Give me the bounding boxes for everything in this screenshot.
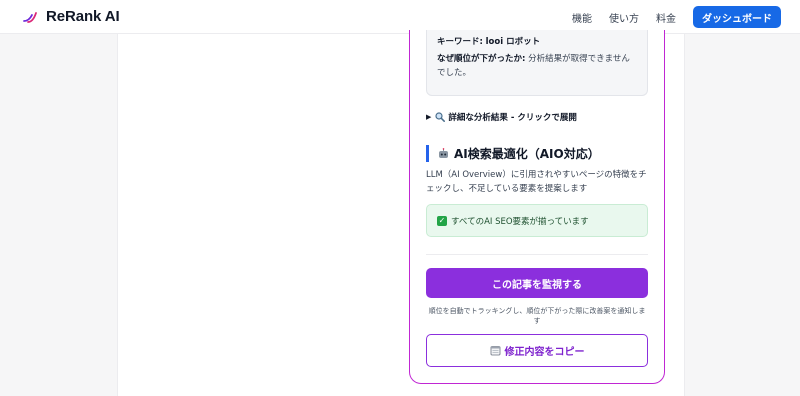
main-nav: 機能 使い方 料金 ダッシュボード	[572, 0, 781, 34]
rank-drop-reason-box: キーワード: looi ロボット なぜ順位が下がったか: 分析結果が取得できませ…	[426, 30, 648, 96]
nav-pricing[interactable]: 料金	[656, 10, 676, 25]
aio-title-text: AI検索最適化（AIO対応）	[454, 147, 600, 161]
analysis-card: キーワード: looi ロボット なぜ順位が下がったか: 分析結果が取得できませ…	[409, 30, 665, 384]
nav-how-to[interactable]: 使い方	[609, 10, 639, 25]
monitor-note: 順位を自動でトラッキングし、順位が下がった際に改善案を通知します	[428, 307, 646, 325]
keyword-line: キーワード: looi ロボット	[437, 35, 637, 49]
rerank-logo-icon	[22, 9, 38, 25]
dashboard-button[interactable]: ダッシュボード	[693, 6, 781, 28]
copy-label: 修正内容をコピー	[504, 347, 585, 358]
aio-ok-message: すべてのAI SEO要素が揃っています	[451, 216, 589, 227]
keyword-label: キーワード:	[437, 37, 483, 47]
details-label: 詳細な分析結果 - クリックで展開	[448, 113, 577, 123]
why-label: なぜ順位が下がったか:	[437, 54, 526, 64]
monitor-article-button[interactable]: この記事を監視する	[426, 268, 648, 298]
aio-status-box: ✓ すべてのAI SEO要素が揃っています	[426, 204, 648, 237]
top-navigation-bar: ReRank AI 機能 使い方 料金 ダッシュボード	[0, 0, 800, 34]
memo-icon	[490, 345, 501, 356]
nav-features[interactable]: 機能	[572, 10, 592, 25]
aio-description: LLM（AI Overview）に引用されやすいページの特徴をチェックし、不足し…	[426, 170, 647, 194]
divider	[426, 254, 648, 255]
aio-section-title: AI検索最適化（AIO対応）	[426, 145, 600, 162]
brand[interactable]: ReRank AI	[22, 8, 120, 25]
details-toggle[interactable]: ▶ 詳細な分析結果 - クリックで展開	[426, 111, 577, 123]
disclosure-triangle-icon: ▶	[426, 113, 432, 121]
reason-line: なぜ順位が下がったか: 分析結果が取得できませんでした。	[437, 52, 637, 80]
brand-name: ReRank AI	[46, 8, 120, 25]
keyword-value: looi ロボット	[485, 37, 541, 47]
copy-fixes-button[interactable]: 修正内容をコピー	[426, 334, 648, 367]
magnifier-icon	[435, 112, 446, 122]
check-icon: ✓	[437, 215, 447, 226]
robot-icon	[437, 147, 450, 160]
